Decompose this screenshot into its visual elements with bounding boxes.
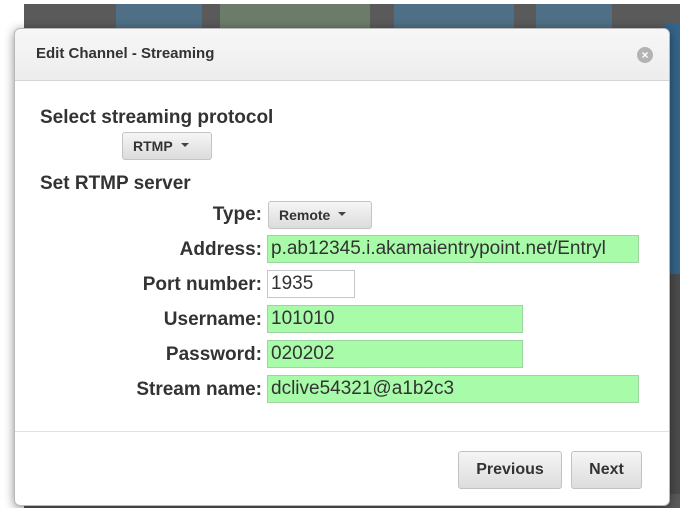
background-tile <box>116 4 202 30</box>
previous-button[interactable]: Previous <box>458 451 562 489</box>
close-icon[interactable]: × <box>637 47 653 63</box>
footer-divider <box>15 431 669 432</box>
type-selected: Remote <box>279 207 331 223</box>
dialog-header: Edit Channel - Streaming × <box>15 29 669 81</box>
password-label: Password: <box>165 344 262 365</box>
server-heading: Set RTMP server <box>40 173 191 194</box>
edit-channel-dialog: Edit Channel - Streaming × Select stream… <box>14 28 670 506</box>
protocol-heading: Select streaming protocol <box>40 107 274 128</box>
address-label: Address: <box>179 239 262 260</box>
stream-name-field[interactable]: dclive54321@a1b2c3 <box>267 375 639 403</box>
next-button[interactable]: Next <box>571 451 642 489</box>
port-label: Port number: <box>142 274 262 295</box>
type-dropdown[interactable]: Remote <box>268 201 372 229</box>
dialog-title: Edit Channel - Streaming <box>36 45 215 62</box>
username-field[interactable]: 101010 <box>267 305 523 333</box>
protocol-dropdown[interactable]: RTMP <box>122 132 212 160</box>
type-label: Type: <box>212 204 262 225</box>
background-tile <box>536 4 612 30</box>
protocol-selected: RTMP <box>133 138 173 154</box>
background-tile <box>394 4 514 30</box>
background-tile <box>220 4 370 30</box>
password-field[interactable]: 020202 <box>267 340 523 368</box>
chevron-down-icon <box>338 212 347 217</box>
chevron-down-icon <box>180 143 189 148</box>
stream-name-label: Stream name: <box>136 379 262 400</box>
address-field[interactable]: p.ab12345.i.akamaientrypoint.net/Entryl <box>267 235 639 263</box>
port-field[interactable]: 1935 <box>267 270 355 298</box>
username-label: Username: <box>163 309 262 330</box>
